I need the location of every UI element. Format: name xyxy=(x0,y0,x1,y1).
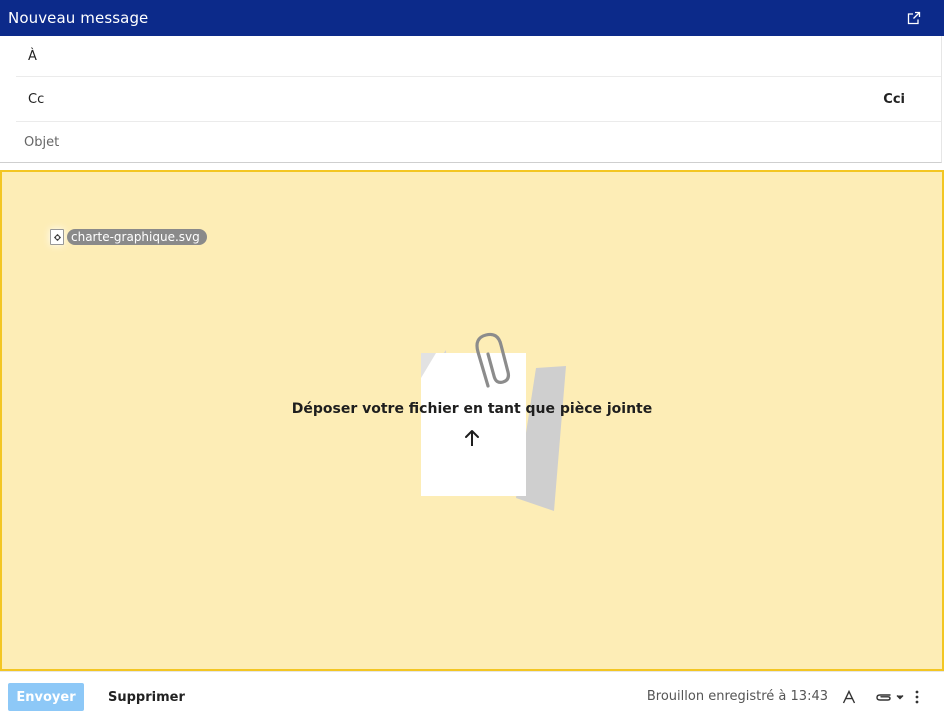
cc-field[interactable]: Cc Cci xyxy=(16,77,941,122)
drop-message: Déposer votre fichier en tant que pièce … xyxy=(291,401,653,417)
compose-footer: Envoyer Supprimer Brouillon enregistré à… xyxy=(0,671,944,723)
attachment-drop-zone[interactable]: charte-graphique.svg Déposer votre fichi… xyxy=(0,170,944,671)
compose-title: Nouveau message xyxy=(8,9,149,27)
attach-menu-button[interactable] xyxy=(872,685,906,709)
bcc-toggle[interactable]: Cci xyxy=(883,92,905,107)
subject-placeholder: Objet xyxy=(24,134,60,150)
compose-header: Nouveau message xyxy=(0,0,944,36)
dragged-file-name: charte-graphique.svg xyxy=(67,229,207,245)
send-button[interactable]: Envoyer xyxy=(8,683,84,711)
attachment-illustration xyxy=(421,332,566,511)
file-icon xyxy=(50,229,64,245)
paperclip-icon xyxy=(875,694,891,701)
cc-label: Cc xyxy=(28,91,45,107)
to-label: À xyxy=(28,48,37,64)
more-vertical-icon[interactable] xyxy=(910,685,924,709)
text-format-icon[interactable] xyxy=(838,685,860,709)
draft-status: Brouillon enregistré à 13:43 xyxy=(646,689,828,704)
to-field[interactable]: À xyxy=(16,36,941,77)
subject-field[interactable]: Objet xyxy=(16,122,941,162)
dragged-file[interactable]: charte-graphique.svg xyxy=(50,229,207,245)
upload-arrow-icon xyxy=(465,430,479,446)
delete-button[interactable]: Supprimer xyxy=(96,683,197,711)
external-window-icon[interactable] xyxy=(904,8,924,28)
compose-fields: À Cc Cci Objet xyxy=(0,36,942,163)
chevron-down-icon xyxy=(896,695,903,700)
